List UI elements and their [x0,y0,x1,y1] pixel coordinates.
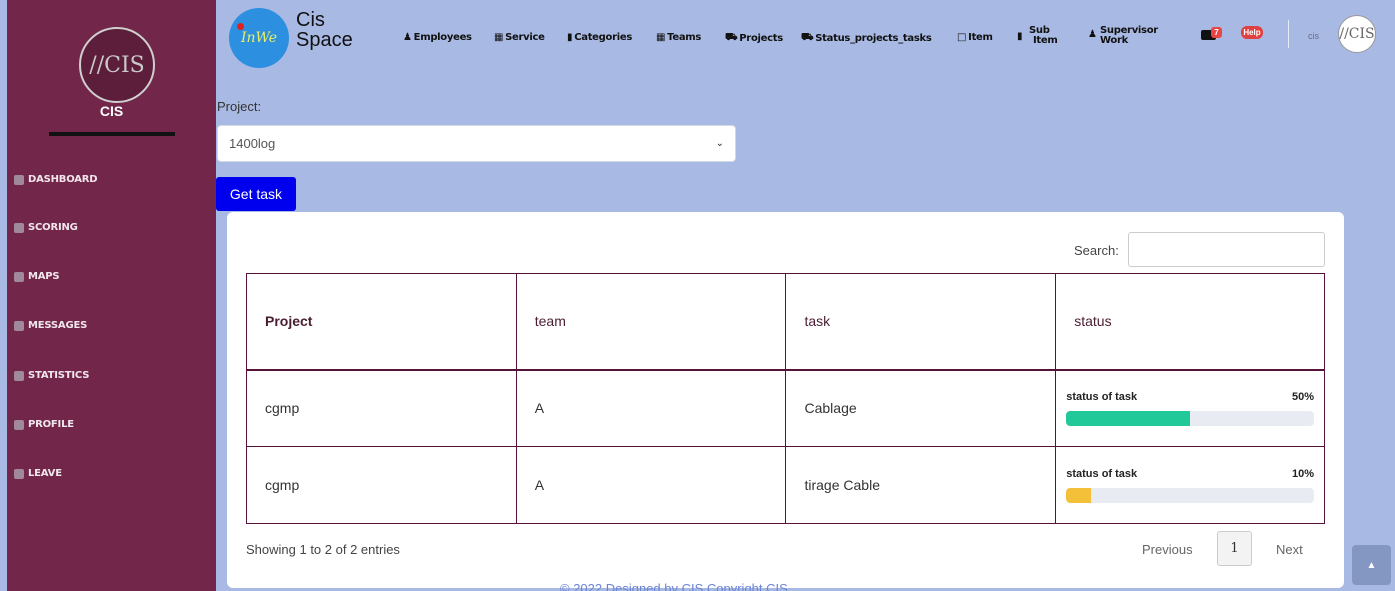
navbar-divider [1288,20,1289,48]
statistics-icon [14,370,24,381]
sub-item-icon: ▮ [1017,31,1023,42]
nav-teams[interactable]: ▦ Teams [656,32,701,43]
scroll-to-top-button[interactable]: ▲ [1352,545,1391,585]
table-row: cgmp A Cablage status of task 50% [246,369,1325,447]
chevron-down-icon: ⌄ [715,138,724,149]
column-header-project[interactable]: Project [246,273,517,371]
cell-team: A [515,446,787,524]
sidebar-item-dashboard[interactable]: DASHBOARD [14,174,98,185]
logo-dot [237,23,244,30]
cell-task: Cablage [785,369,1057,447]
chevron-up-icon: ▲ [1366,559,1377,571]
dashboard-icon [14,174,24,185]
scoring-icon [14,222,24,233]
progress-fill [1066,487,1091,503]
status-label: status of task [1066,390,1138,403]
column-header-team[interactable]: team [515,273,787,371]
table-icon: ▦ [494,32,504,43]
get-task-button[interactable]: Get task [216,177,296,211]
table-icon: ▦ [656,32,666,43]
maps-icon [14,271,24,282]
folder-icon: ▮ [567,32,573,43]
search-input[interactable] [1128,232,1325,267]
progress-fill [1066,410,1191,426]
project-label: Project: [217,99,262,114]
app-name: Cis Space [296,9,353,51]
project-select[interactable]: 1400log ⌄ [217,125,736,162]
nav-supervisor-work[interactable]: ♟ Supervisor Work [1088,26,1158,46]
nav-categories[interactable]: ▮ Categories [567,32,632,43]
profile-icon [14,419,24,430]
sidebar-item-messages[interactable]: MESSAGES [14,320,87,331]
sidebar-brand: CIS [99,103,124,119]
nav-employees[interactable]: ♟ Employees [403,32,472,43]
tasks-table: Project team task status cgmp A Cablage … [246,273,1325,524]
sidebar-item-scoring[interactable]: SCORING [14,222,78,233]
pagination-next[interactable]: Next [1276,542,1303,557]
table-header-row: Project team task status [246,273,1325,371]
sidebar-item-statistics[interactable]: STATISTICS [14,370,89,381]
sidebar: //CIS CIS DASHBOARD SCORING MAPS MESSAGE… [7,0,216,591]
footer-text: © 2022 Designed by CIS Copyright CIS [560,581,788,591]
app-logo[interactable]: InWe [229,8,289,68]
status-percent: 10% [1291,467,1314,480]
pagination-previous[interactable]: Previous [1142,542,1193,557]
messages-badge: 7 [1211,27,1222,38]
leave-icon [14,468,24,479]
progress-bar [1066,487,1314,503]
cell-status: status of task 10% [1055,446,1325,524]
help-button[interactable]: Help [1241,26,1263,39]
nav-service[interactable]: ▦ Service [494,32,545,43]
nav-projects[interactable]: ⛟ Projects [725,32,783,45]
cell-project: cgmp [246,446,517,524]
pagination-page-1[interactable]: 1 [1217,531,1252,566]
item-icon: □ [957,32,967,43]
sidebar-item-maps[interactable]: MAPS [14,271,60,282]
nav-sub-item[interactable]: ▮ Sub Item [1017,26,1058,46]
search-label: Search: [1074,243,1119,258]
user-icon: ♟ [1088,29,1097,40]
sidebar-divider [49,132,175,136]
top-navbar: InWe Cis Space ♟ Employees ▦ Service ▮ Cate… [216,0,1395,72]
cell-project: cgmp [246,369,517,447]
envelope-icon [14,320,24,331]
status-label: status of task [1066,467,1138,480]
sidebar-logo: //CIS [79,27,155,103]
column-header-task[interactable]: task [785,273,1057,371]
sidebar-item-profile[interactable]: PROFILE [14,419,74,430]
nav-item[interactable]: □ Item [957,32,993,43]
cell-status: status of task 50% [1055,369,1325,447]
nav-status-projects-tasks[interactable]: ⛟ Status_projects_tasks [801,32,932,45]
avatar[interactable]: //CIS [1338,15,1376,53]
cell-task: tirage Cable [785,446,1057,524]
progress-bar [1066,410,1314,426]
sidebar-item-leave[interactable]: LEAVE [14,468,62,479]
entries-info: Showing 1 to 2 of 2 entries [246,542,400,557]
status-percent: 50% [1291,390,1314,403]
projects-icon: ⛟ [801,32,814,43]
cell-team: A [515,369,787,447]
user-icon: ♟ [403,32,412,43]
user-name[interactable]: cis [1308,31,1319,41]
projects-icon: ⛟ [725,32,738,43]
table-row: cgmp A tirage Cable status of task 10% [246,446,1325,524]
column-header-status[interactable]: status [1055,273,1325,371]
